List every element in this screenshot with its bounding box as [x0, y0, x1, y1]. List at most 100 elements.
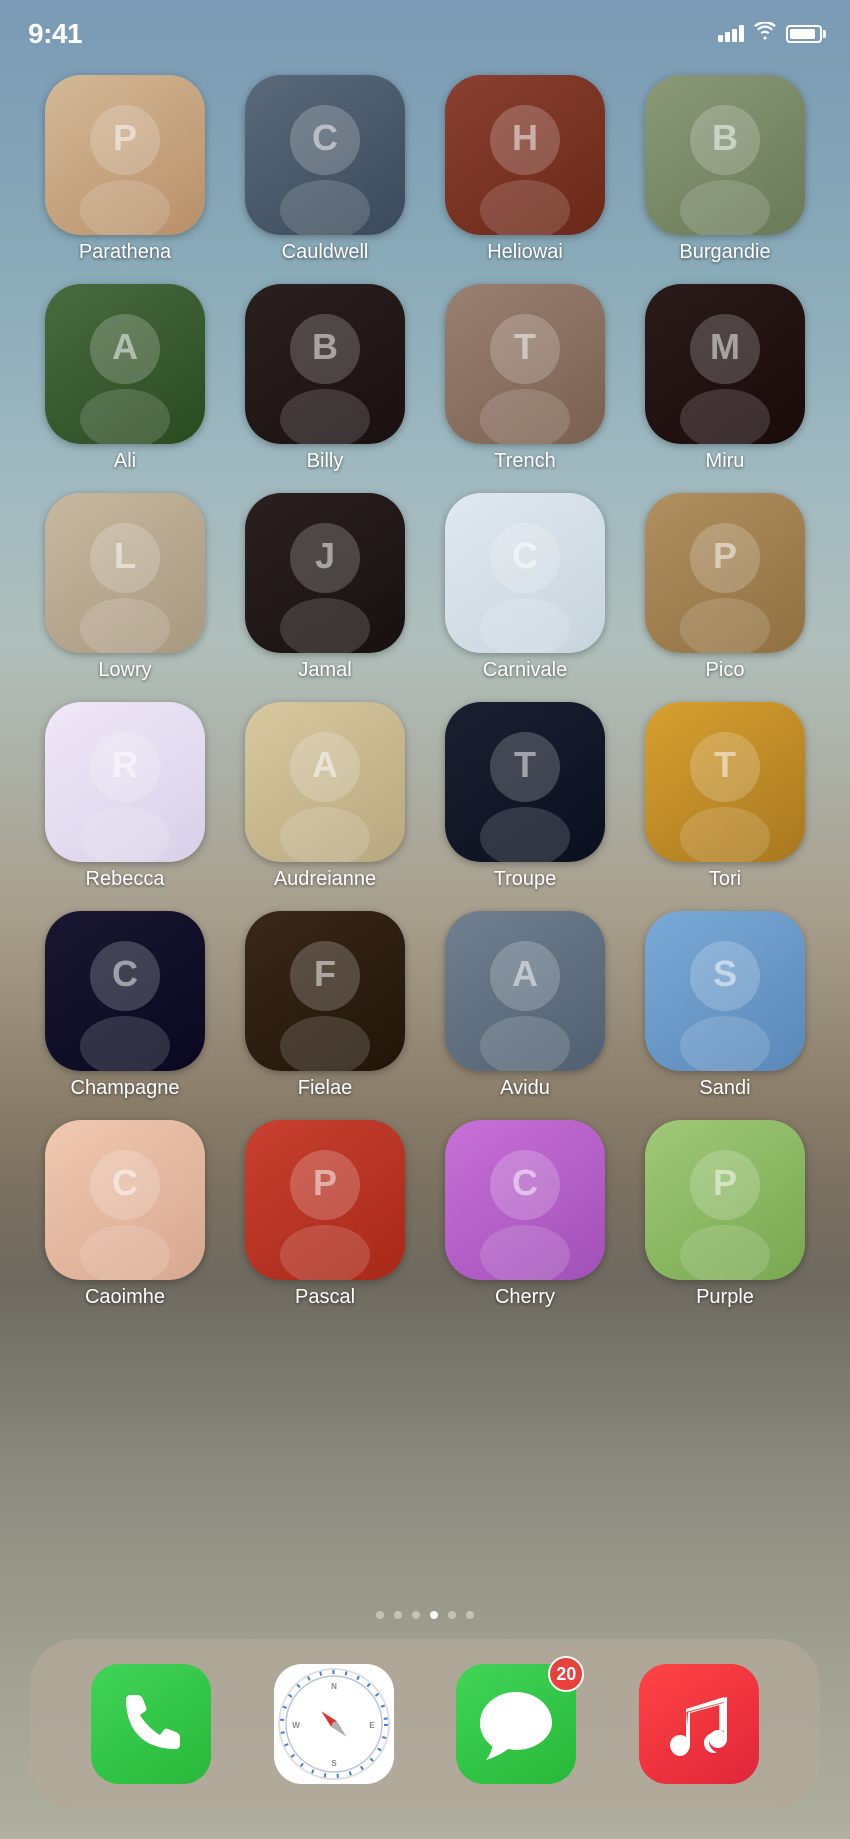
page-dots	[0, 1611, 850, 1619]
dock-messages[interactable]: 20	[456, 1664, 576, 1784]
svg-text:A: A	[112, 326, 138, 367]
app-item-billy[interactable]: B Billy	[230, 284, 420, 473]
app-item-parathena[interactable]: P Parathena	[30, 75, 220, 264]
app-item-purple[interactable]: P Purple	[630, 1120, 820, 1309]
svg-text:M: M	[710, 326, 740, 367]
app-icon-caoimhe[interactable]: C	[45, 1120, 205, 1280]
app-label-purple: Purple	[696, 1286, 754, 1309]
app-item-audreianne[interactable]: A Audreianne	[230, 702, 420, 891]
app-label-tori: Tori	[709, 868, 741, 891]
app-item-rebecca[interactable]: R Rebecca	[30, 702, 220, 891]
app-label-audreianne: Audreianne	[274, 868, 376, 891]
app-item-cherry[interactable]: C Cherry	[430, 1120, 620, 1309]
app-label-rebecca: Rebecca	[86, 868, 165, 891]
app-label-heliowai: Heliowai	[487, 241, 563, 264]
app-item-pascal[interactable]: PPascal	[230, 1120, 420, 1309]
app-label-burgandie: Burgandie	[679, 241, 770, 264]
app-icon-parathena[interactable]: P	[45, 75, 205, 235]
app-icon-pico[interactable]: P	[645, 493, 805, 653]
wifi-icon	[754, 22, 776, 46]
page-dot-4[interactable]	[430, 1611, 438, 1619]
app-label-cauldwell: Cauldwell	[282, 241, 369, 264]
app-item-fielae[interactable]: F Fielae	[230, 911, 420, 1100]
app-item-avidu[interactable]: A Avidu	[430, 911, 620, 1100]
svg-text:B: B	[712, 117, 738, 158]
svg-text:P: P	[713, 535, 737, 576]
app-icon-carnivale[interactable]: C	[445, 493, 605, 653]
phone-app-icon[interactable]	[91, 1664, 211, 1784]
app-label-cherry: Cherry	[495, 1286, 555, 1309]
page-dot-3[interactable]	[412, 1611, 420, 1619]
app-item-champagne[interactable]: CChampagne	[30, 911, 220, 1100]
app-label-billy: Billy	[307, 450, 344, 473]
app-item-trench[interactable]: T Trench	[430, 284, 620, 473]
svg-text:W: W	[292, 1721, 300, 1730]
svg-text:C: C	[512, 535, 538, 576]
svg-text:J: J	[315, 535, 335, 576]
svg-text:C: C	[112, 953, 138, 994]
safari-app-icon[interactable]: N S E W	[274, 1664, 394, 1784]
app-item-lowry[interactable]: L Lowry	[30, 493, 220, 682]
app-icon-tori[interactable]: T	[645, 702, 805, 862]
svg-text:E: E	[369, 1721, 375, 1730]
page-dot-2[interactable]	[394, 1611, 402, 1619]
app-icon-ali[interactable]: A	[45, 284, 205, 444]
app-icon-heliowai[interactable]: H	[445, 75, 605, 235]
app-icon-lowry[interactable]: L	[45, 493, 205, 653]
dock-phone[interactable]	[91, 1664, 211, 1784]
app-icon-trench[interactable]: T	[445, 284, 605, 444]
app-label-fielae: Fielae	[298, 1077, 352, 1100]
app-label-carnivale: Carnivale	[483, 659, 567, 682]
app-item-pico[interactable]: PPico	[630, 493, 820, 682]
battery-icon	[786, 25, 822, 43]
app-icon-jamal[interactable]: J	[245, 493, 405, 653]
app-label-lowry: Lowry	[98, 659, 151, 682]
app-item-burgandie[interactable]: B Burgandie	[630, 75, 820, 264]
app-icon-rebecca[interactable]: R	[45, 702, 205, 862]
dock-safari[interactable]: N S E W	[274, 1664, 394, 1784]
app-icon-cauldwell[interactable]: C	[245, 75, 405, 235]
svg-text:N: N	[331, 1682, 337, 1691]
app-icon-burgandie[interactable]: B	[645, 75, 805, 235]
app-item-heliowai[interactable]: H Heliowai	[430, 75, 620, 264]
svg-text:S: S	[713, 953, 737, 994]
svg-text:C: C	[112, 1162, 138, 1203]
app-label-trench: Trench	[494, 450, 556, 473]
app-item-sandi[interactable]: S Sandi	[630, 911, 820, 1100]
app-item-cauldwell[interactable]: C Cauldwell	[230, 75, 420, 264]
app-icon-fielae[interactable]: F	[245, 911, 405, 1071]
music-app-icon[interactable]	[639, 1664, 759, 1784]
app-item-miru[interactable]: MMiru	[630, 284, 820, 473]
svg-text:T: T	[514, 326, 536, 367]
dock-music[interactable]	[639, 1664, 759, 1784]
page-dot-6[interactable]	[466, 1611, 474, 1619]
app-label-avidu: Avidu	[500, 1077, 550, 1100]
app-item-ali[interactable]: AAli	[30, 284, 220, 473]
app-icon-sandi[interactable]: S	[645, 911, 805, 1071]
signal-icon	[718, 25, 744, 42]
page-dot-5[interactable]	[448, 1611, 456, 1619]
app-item-carnivale[interactable]: C Carnivale	[430, 493, 620, 682]
app-icon-troupe[interactable]: T	[445, 702, 605, 862]
app-icon-champagne[interactable]: C	[45, 911, 205, 1071]
svg-text:S: S	[331, 1759, 337, 1768]
app-label-sandi: Sandi	[699, 1077, 750, 1100]
messages-badge: 20	[548, 1656, 584, 1692]
status-time: 9:41	[28, 18, 82, 50]
app-icon-miru[interactable]: M	[645, 284, 805, 444]
app-icon-avidu[interactable]: A	[445, 911, 605, 1071]
app-label-parathena: Parathena	[79, 241, 171, 264]
svg-text:P: P	[113, 117, 137, 158]
app-icon-billy[interactable]: B	[245, 284, 405, 444]
app-icon-cherry[interactable]: C	[445, 1120, 605, 1280]
app-icon-purple[interactable]: P	[645, 1120, 805, 1280]
app-icon-pascal[interactable]: P	[245, 1120, 405, 1280]
app-item-tori[interactable]: T Tori	[630, 702, 820, 891]
app-item-troupe[interactable]: TTroupe	[430, 702, 620, 891]
svg-text:F: F	[314, 953, 336, 994]
app-icon-audreianne[interactable]: A	[245, 702, 405, 862]
app-item-jamal[interactable]: JJamal	[230, 493, 420, 682]
page-dot-1[interactable]	[376, 1611, 384, 1619]
svg-text:R: R	[112, 744, 138, 785]
app-item-caoimhe[interactable]: CCaoimhe	[30, 1120, 220, 1309]
